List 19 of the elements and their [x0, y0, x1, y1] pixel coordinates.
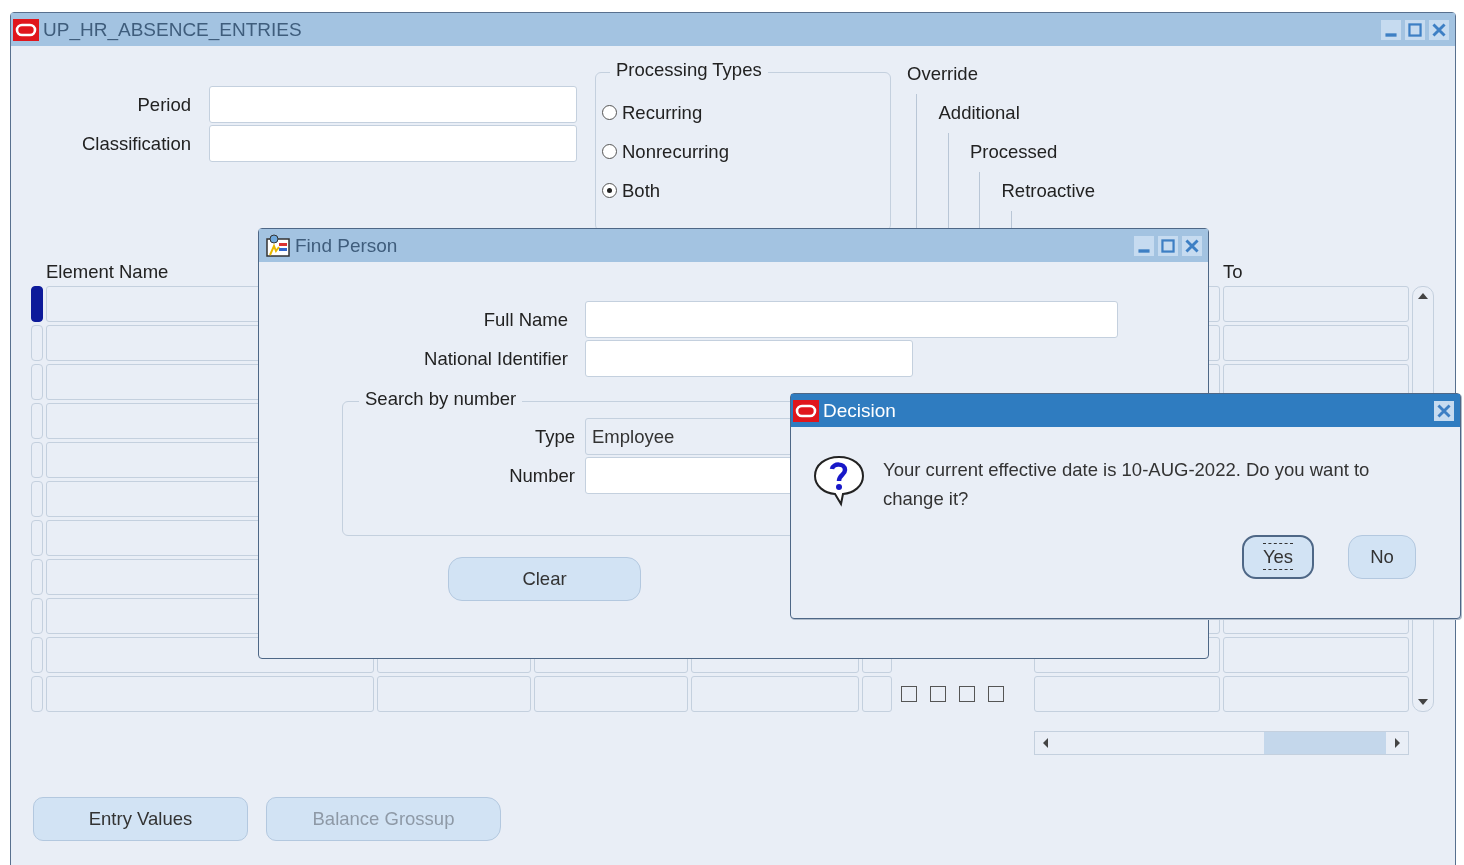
radio-label: Both	[622, 179, 661, 202]
message-text: Your current effective date is 10-AUG-2022. Do you want to change it?	[883, 458, 1371, 511]
column-header: Processed	[970, 141, 1058, 162]
window-title: UP_HR_ABSENCE_ENTRIES	[43, 18, 302, 41]
field-label: Type	[533, 425, 575, 448]
field-label: Full Name	[482, 308, 568, 331]
column-header: To	[1223, 261, 1244, 283]
column-header: Retroactive	[1001, 180, 1096, 201]
field-label: Classification	[81, 132, 191, 155]
column-header: Additional	[938, 102, 1020, 123]
field-label: National Identifier	[423, 347, 568, 370]
window-title: Find Person	[295, 234, 398, 257]
radio-label: Nonrecurring	[622, 140, 729, 163]
field-label: Number	[508, 464, 575, 487]
field-label: Period	[136, 93, 191, 116]
radio-label: Recurring	[622, 101, 703, 124]
window-title: Decision	[823, 399, 896, 422]
column-header: Override	[907, 63, 978, 84]
column-header: Element Name	[46, 261, 170, 283]
